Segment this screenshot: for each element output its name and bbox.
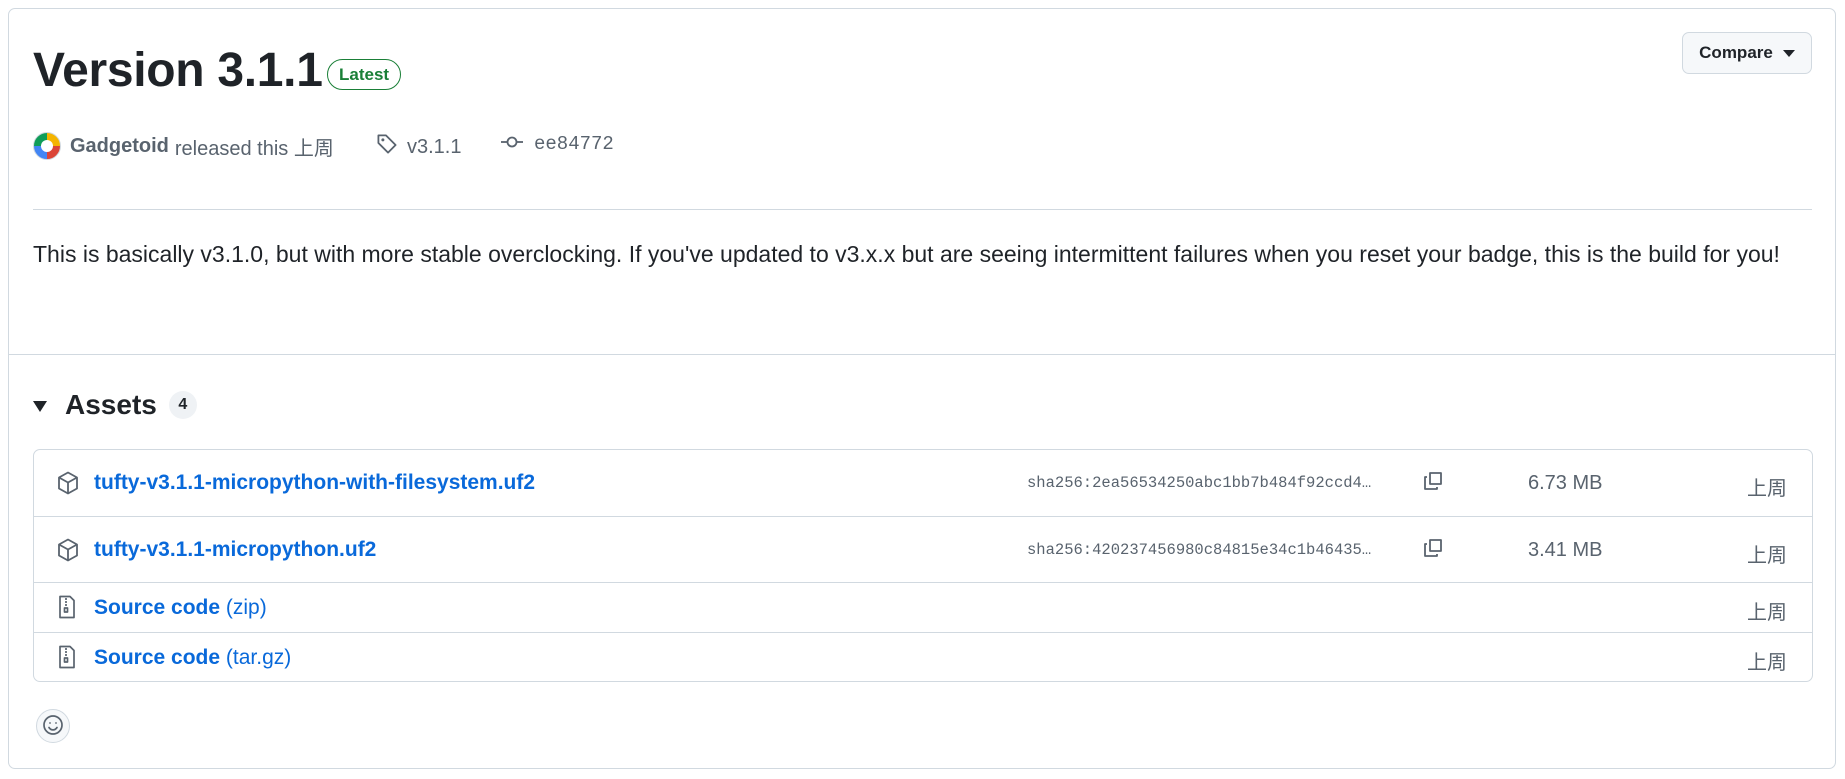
asset-date: 上周 [1747,602,1787,624]
triangle-down-icon [33,400,47,412]
compare-button[interactable]: Compare [1682,32,1812,74]
archive-type: (zip) [225,596,267,619]
caret-down-icon [1782,49,1795,57]
package-icon [57,538,79,567]
source-code-label: Source code [94,646,221,669]
assets-list: tufty-v3.1.1-micropython-with-filesystem… [33,449,1813,682]
asset-row: tufty-v3.1.1-micropython.uf2 sha256:4202… [34,516,1812,582]
package-icon [57,471,79,500]
release-description: This is basically v3.1.0, but with more … [33,241,1780,267]
asset-size: 6.73 MB [1528,472,1603,494]
asset-date: 上周 [1747,652,1787,674]
file-zip-icon [57,645,77,674]
tag-link[interactable]: v3.1.1 [376,133,461,161]
source-code-link[interactable]: Source code (zip) [94,596,267,620]
copy-icon[interactable] [1418,466,1448,496]
assets-count-badge: 4 [168,391,197,419]
release-meta: Gadgetoid released this 上周 [33,131,334,161]
asset-link[interactable]: tufty-v3.1.1-micropython-with-filesystem… [94,471,535,495]
asset-link[interactable]: tufty-v3.1.1-micropython.uf2 [94,538,376,562]
asset-row: Source code (tar.gz) 上周 [34,632,1812,682]
add-reaction-button[interactable] [36,709,70,743]
compare-label: Compare [1699,43,1773,62]
asset-sha: sha256:420237456980c84815e34c1b46435… [1027,541,1372,559]
asset-row: Source code (zip) 上周 [34,582,1812,632]
git-commit-icon [500,134,524,155]
source-code-label: Source code [94,596,221,619]
asset-date: 上周 [1747,478,1787,500]
assets-toggle[interactable]: Assets 4 [33,385,197,425]
assets-heading: Assets [65,389,157,420]
avatar[interactable] [33,132,61,160]
asset-row: tufty-v3.1.1-micropython-with-filesystem… [34,450,1812,516]
commit-link[interactable]: ee84772 [500,133,614,155]
asset-size: 3.41 MB [1528,539,1603,561]
tag-icon [376,133,398,161]
latest-badge: Latest [327,59,402,90]
commit-hash: ee84772 [534,133,614,155]
asset-sha: sha256:2ea56534250abc1bb7b484f92ccd4… [1027,474,1372,492]
author-link[interactable]: Gadgetoid [70,135,169,158]
smiley-icon [42,714,64,739]
file-zip-icon [57,595,77,624]
archive-type: (tar.gz) [225,646,292,669]
divider [33,209,1812,210]
release-title[interactable]: Version 3.1.1 [33,40,323,102]
divider [9,354,1835,355]
asset-date: 上周 [1747,545,1787,567]
tag-label: v3.1.1 [407,135,462,158]
released-text: released this 上周 [174,137,334,160]
copy-icon[interactable] [1418,533,1448,563]
source-code-link[interactable]: Source code (tar.gz) [94,646,291,670]
